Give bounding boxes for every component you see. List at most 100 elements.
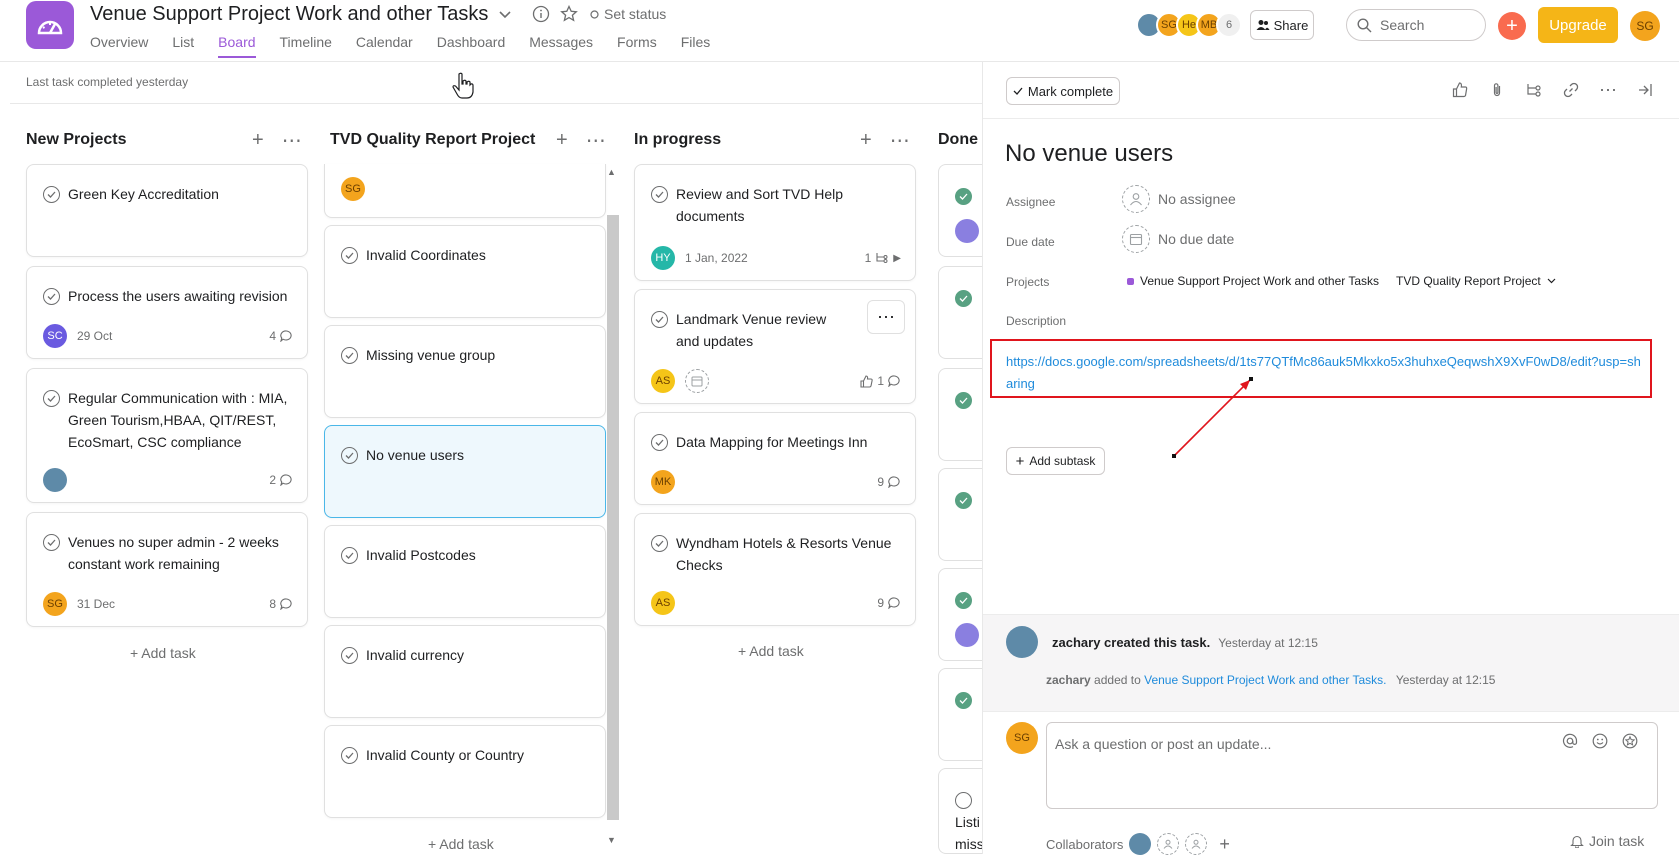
more-icon[interactable]: ⋯ <box>282 128 302 153</box>
member-avatars[interactable]: SG He MB 6 <box>1136 12 1242 38</box>
add-subtask-button[interactable]: + Add subtask <box>1006 447 1105 475</box>
assignee-avatar[interactable]: HY <box>651 246 675 270</box>
scroll-down-icon[interactable]: ▼ <box>607 835 616 845</box>
star-badge-icon[interactable] <box>1622 733 1638 749</box>
user-avatar[interactable]: SG <box>1630 11 1660 41</box>
more-icon[interactable]: ⋯ <box>1598 80 1618 100</box>
close-panel-icon[interactable] <box>1635 80 1655 100</box>
assignee-field[interactable]: No assignee <box>1122 185 1236 213</box>
star-icon[interactable] <box>559 4 579 24</box>
description-link[interactable]: https://docs.google.com/spreadsheets/d/1… <box>990 339 1652 398</box>
task-card[interactable]: Invalid currency <box>324 625 606 718</box>
tab-forms[interactable]: Forms <box>617 34 657 58</box>
set-status-button[interactable]: Set status <box>590 6 666 22</box>
tab-board[interactable]: Board <box>218 34 256 58</box>
task-card[interactable] <box>938 468 982 561</box>
task-card[interactable]: Wyndham Hotels & Resorts Venue Checks AS… <box>634 513 916 626</box>
task-card[interactable]: Regular Communication with : MIA, Green … <box>26 368 308 503</box>
check-circle-icon[interactable] <box>341 247 358 264</box>
calendar-icon[interactable] <box>685 369 709 393</box>
chevron-down-icon[interactable] <box>495 5 515 25</box>
check-circle-icon[interactable] <box>43 390 60 407</box>
task-card[interactable]: Landmark Venue review and updates AS 1 ⋯ <box>634 289 916 404</box>
assignee-avatar[interactable]: AS <box>651 369 675 393</box>
due-date-field[interactable]: No due date <box>1122 225 1234 253</box>
check-circle-icon[interactable] <box>955 290 972 307</box>
check-circle-icon[interactable] <box>955 592 972 609</box>
expand-arrow-icon[interactable]: ▶ <box>893 253 901 264</box>
task-card[interactable]: Listi miss <box>938 768 984 854</box>
task-card[interactable] <box>938 164 982 257</box>
project-logo[interactable] <box>26 1 74 49</box>
task-card[interactable]: Green Key Accreditation <box>26 164 308 257</box>
check-circle-icon[interactable] <box>341 547 358 564</box>
column-scrollbar[interactable] <box>607 215 619 820</box>
task-name[interactable]: No venue users <box>1005 140 1173 168</box>
check-circle-icon[interactable] <box>341 647 358 664</box>
task-card[interactable] <box>938 266 982 359</box>
share-button[interactable]: Share <box>1250 10 1314 40</box>
check-circle-icon[interactable] <box>651 186 668 203</box>
scroll-up-icon[interactable]: ▲ <box>607 167 616 177</box>
task-card[interactable] <box>938 668 982 761</box>
emoji-icon[interactable] <box>1592 733 1608 749</box>
task-card[interactable]: SG <box>324 164 606 218</box>
tab-calendar[interactable]: Calendar <box>356 34 413 58</box>
check-circle-icon[interactable] <box>43 288 60 305</box>
check-circle-icon[interactable] <box>955 792 972 809</box>
assignee-avatar[interactable]: MK <box>651 470 675 494</box>
assignee-avatar[interactable] <box>955 623 979 647</box>
more-icon[interactable]: ⋯ <box>586 128 606 153</box>
attachment-icon[interactable] <box>1487 80 1507 100</box>
add-card-icon[interactable]: + <box>252 129 264 152</box>
task-card[interactable]: Venues no super admin - 2 weeks constant… <box>26 512 308 627</box>
activity-project-link[interactable]: Venue Support Project Work and other Tas… <box>1144 673 1386 687</box>
search-input[interactable]: Search <box>1346 9 1486 41</box>
check-circle-icon[interactable] <box>651 434 668 451</box>
check-circle-icon[interactable] <box>955 392 972 409</box>
assignee-avatar[interactable]: SG <box>341 177 365 201</box>
add-task-button[interactable]: + Add task <box>130 645 196 661</box>
check-circle-icon[interactable] <box>955 188 972 205</box>
project-title[interactable]: Venue Support Project Work and other Tas… <box>90 3 488 26</box>
add-card-icon[interactable]: + <box>860 129 872 152</box>
task-card[interactable]: Data Mapping for Meetings Inn MK 9 <box>634 412 916 505</box>
check-circle-icon[interactable] <box>651 535 668 552</box>
add-card-icon[interactable]: + <box>556 129 568 152</box>
tab-timeline[interactable]: Timeline <box>280 34 332 58</box>
thumbs-up-icon[interactable] <box>1450 80 1470 100</box>
check-circle-icon[interactable] <box>955 692 972 709</box>
check-circle-icon[interactable] <box>43 534 60 551</box>
more-icon[interactable]: ⋯ <box>890 128 910 153</box>
activity-adder[interactable]: zachary <box>1046 673 1091 687</box>
subtask-icon[interactable] <box>1524 80 1544 100</box>
check-circle-icon[interactable] <box>955 492 972 509</box>
assignee-avatar[interactable]: AS <box>651 591 675 615</box>
tab-overview[interactable]: Overview <box>90 34 148 58</box>
tab-messages[interactable]: Messages <box>529 34 593 58</box>
due-date[interactable]: 31 Dec <box>77 597 115 611</box>
upgrade-button[interactable]: Upgrade <box>1538 7 1618 43</box>
task-card[interactable]: Process the users awaiting revision SC 2… <box>26 266 308 359</box>
task-card[interactable]: Review and Sort TVD Help documents HY 1 … <box>634 164 916 281</box>
join-task-button[interactable]: Join task <box>1570 833 1644 849</box>
add-collaborator-icon[interactable] <box>1185 833 1208 855</box>
task-card[interactable] <box>938 368 982 461</box>
plus-icon[interactable]: + <box>1219 834 1230 855</box>
due-date[interactable]: 29 Oct <box>77 329 112 343</box>
assignee-avatar[interactable] <box>955 219 979 243</box>
tab-dashboard[interactable]: Dashboard <box>437 34 506 58</box>
project-tag[interactable]: Venue Support Project Work and other Tas… <box>1127 274 1379 288</box>
task-card[interactable]: Invalid Postcodes <box>324 525 606 618</box>
assignee-avatar[interactable]: SG <box>43 592 67 616</box>
add-collaborator-icon[interactable] <box>1157 833 1180 855</box>
task-card[interactable] <box>938 568 982 661</box>
check-circle-icon[interactable] <box>341 347 358 364</box>
mention-icon[interactable] <box>1562 733 1578 749</box>
tab-list[interactable]: List <box>172 34 194 58</box>
assignee-avatar[interactable] <box>43 468 67 492</box>
tab-files[interactable]: Files <box>681 34 711 58</box>
mark-complete-button[interactable]: Mark complete <box>1006 77 1120 105</box>
quick-add-button[interactable]: + <box>1498 12 1526 40</box>
task-card[interactable]: Missing venue group <box>324 325 606 418</box>
